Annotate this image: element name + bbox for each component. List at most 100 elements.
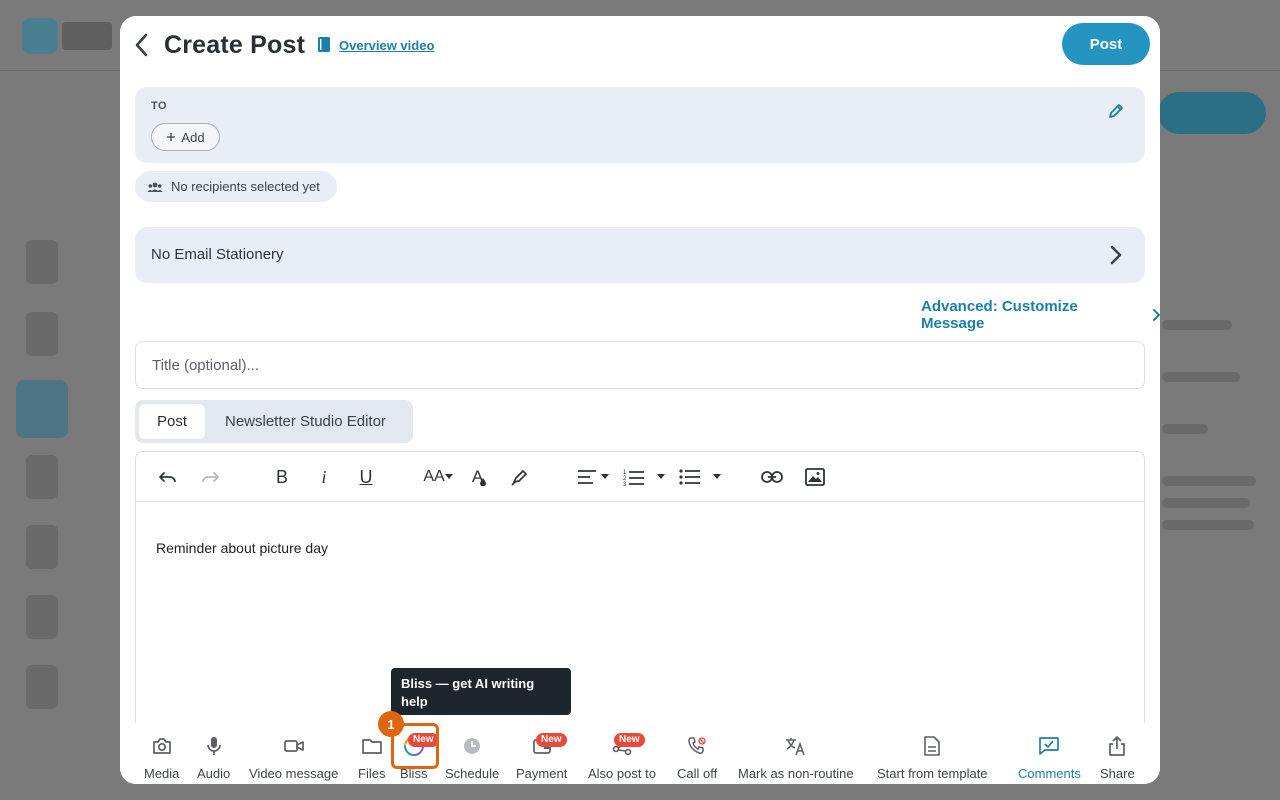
app-logo bbox=[22, 18, 58, 54]
stationery-label: No Email Stationery bbox=[151, 246, 284, 263]
comments-option[interactable]: Comments bbox=[1018, 735, 1081, 781]
audio-option[interactable]: Audio bbox=[197, 735, 230, 781]
clock-icon bbox=[464, 738, 481, 754]
comments-icon bbox=[1039, 737, 1060, 755]
bullet-list-dropdown[interactable] bbox=[678, 465, 722, 489]
audio-label: Audio bbox=[197, 766, 231, 781]
comments-label: Comments bbox=[1018, 766, 1081, 781]
pencil-icon[interactable] bbox=[1107, 102, 1125, 120]
start-from-template-label: Start from template bbox=[877, 766, 988, 781]
files-option[interactable]: Files bbox=[358, 735, 385, 781]
schedule-option[interactable]: Schedule bbox=[445, 735, 499, 781]
insert-link-button[interactable] bbox=[760, 465, 784, 489]
title-input[interactable] bbox=[135, 341, 1145, 389]
background-text bbox=[1162, 320, 1232, 330]
sidebar-item bbox=[26, 595, 58, 639]
background-text bbox=[1162, 498, 1250, 508]
new-badge: New bbox=[536, 733, 567, 747]
media-option[interactable]: Media bbox=[144, 735, 179, 781]
caret-down-icon bbox=[444, 474, 453, 479]
highlight-button[interactable] bbox=[508, 465, 532, 489]
tab-newsletter-studio[interactable]: Newsletter Studio Editor bbox=[225, 400, 386, 443]
advanced-customize-label: Advanced: Customize Message bbox=[921, 298, 1078, 332]
sidebar-item bbox=[26, 240, 58, 284]
bold-button[interactable]: B bbox=[270, 465, 294, 489]
sidebar-item-active bbox=[16, 380, 68, 438]
align-icon bbox=[578, 470, 596, 484]
caret-down-icon bbox=[657, 474, 665, 479]
redo-button[interactable] bbox=[198, 465, 222, 489]
editor-mode-tabs: Post Newsletter Studio Editor bbox=[135, 400, 413, 443]
translate-icon bbox=[785, 738, 805, 756]
overview-video-link[interactable]: Overview video bbox=[339, 38, 434, 53]
chevron-right-icon bbox=[1110, 245, 1122, 265]
share-option[interactable]: Share bbox=[1100, 735, 1135, 781]
background-text bbox=[1162, 372, 1240, 382]
video-camera-icon bbox=[283, 740, 304, 752]
align-dropdown[interactable] bbox=[576, 465, 610, 489]
highlighter-icon bbox=[511, 470, 527, 486]
background-text bbox=[1162, 476, 1256, 486]
droplet-icon bbox=[480, 478, 487, 486]
numbered-list-icon: 123 bbox=[623, 470, 644, 486]
share-icon bbox=[1109, 736, 1126, 756]
post-button[interactable]: Post bbox=[1062, 23, 1150, 65]
media-label: Media bbox=[144, 766, 180, 781]
mark-non-routine-option[interactable]: Mark as non-routine bbox=[738, 735, 854, 781]
image-icon bbox=[805, 468, 825, 486]
call-off-option[interactable]: Call off bbox=[677, 735, 717, 781]
add-recipient-button[interactable]: Add bbox=[151, 123, 220, 151]
recipients-panel: TO Add bbox=[135, 87, 1145, 163]
microphone-icon bbox=[206, 737, 221, 755]
back-button[interactable] bbox=[128, 30, 156, 60]
start-from-template-option[interactable]: Start from template bbox=[877, 735, 988, 781]
share-label: Share bbox=[1100, 766, 1135, 781]
sidebar-item bbox=[26, 665, 58, 709]
numbered-list-dropdown[interactable]: 123 bbox=[622, 465, 666, 489]
sidebar-item bbox=[26, 525, 58, 569]
also-post-to-option[interactable]: Also post to New bbox=[588, 733, 656, 781]
schedule-label: Schedule bbox=[445, 766, 500, 781]
background-text bbox=[1162, 424, 1208, 434]
text-color-button[interactable]: A bbox=[468, 465, 490, 489]
undo-button[interactable] bbox=[156, 465, 180, 489]
mark-non-routine-label: Mark as non-routine bbox=[738, 766, 854, 781]
camera-icon bbox=[152, 738, 171, 754]
email-stationery-selector[interactable]: No Email Stationery bbox=[135, 227, 1145, 283]
notebook-icon bbox=[318, 37, 330, 52]
tab-post[interactable]: Post bbox=[139, 404, 205, 439]
video-message-label: Video message bbox=[249, 766, 339, 781]
sidebar-item bbox=[26, 455, 58, 499]
plus-icon bbox=[167, 133, 176, 141]
advanced-customize-link[interactable]: Advanced: Customize Message bbox=[921, 298, 1160, 332]
undo-icon bbox=[159, 472, 176, 483]
page-title: Create Post bbox=[164, 31, 306, 59]
files-label: Files bbox=[358, 766, 386, 781]
caret-down-icon bbox=[713, 474, 721, 479]
add-recipient-label: Add bbox=[181, 129, 205, 145]
insert-image-button[interactable] bbox=[803, 465, 827, 489]
also-post-to-label: Also post to bbox=[588, 766, 656, 781]
italic-button[interactable]: i bbox=[312, 465, 336, 489]
recipients-status: No recipients selected yet bbox=[135, 171, 337, 202]
editor-body[interactable]: Reminder about picture day bbox=[156, 540, 328, 556]
bliss-tooltip: Bliss — get AI writing help bbox=[391, 668, 571, 715]
payment-option[interactable]: Payment New bbox=[516, 733, 568, 781]
chevron-left-icon bbox=[135, 33, 148, 57]
to-label: TO bbox=[151, 100, 168, 112]
redo-icon bbox=[202, 472, 219, 483]
payment-label: Payment bbox=[516, 766, 568, 781]
step-badge: 1 bbox=[378, 711, 404, 737]
rich-text-editor: B i U AA A 123 Reminder about picture da… bbox=[135, 451, 1145, 741]
font-size-label: AA bbox=[423, 468, 445, 485]
background-text bbox=[1162, 520, 1254, 530]
post-options-bar: Media Audio Video message Files Bliss Ne… bbox=[120, 723, 1160, 784]
font-size-dropdown[interactable]: AA bbox=[420, 465, 456, 489]
create-post-modal: Create Post Overview video Post TO Add N… bbox=[120, 16, 1160, 784]
bullet-list-icon bbox=[679, 469, 700, 485]
background-button bbox=[1158, 92, 1266, 134]
video-message-option[interactable]: Video message bbox=[249, 735, 338, 781]
link-icon bbox=[761, 471, 783, 483]
underline-button[interactable]: U bbox=[354, 465, 378, 489]
app-logo-text bbox=[62, 22, 112, 50]
